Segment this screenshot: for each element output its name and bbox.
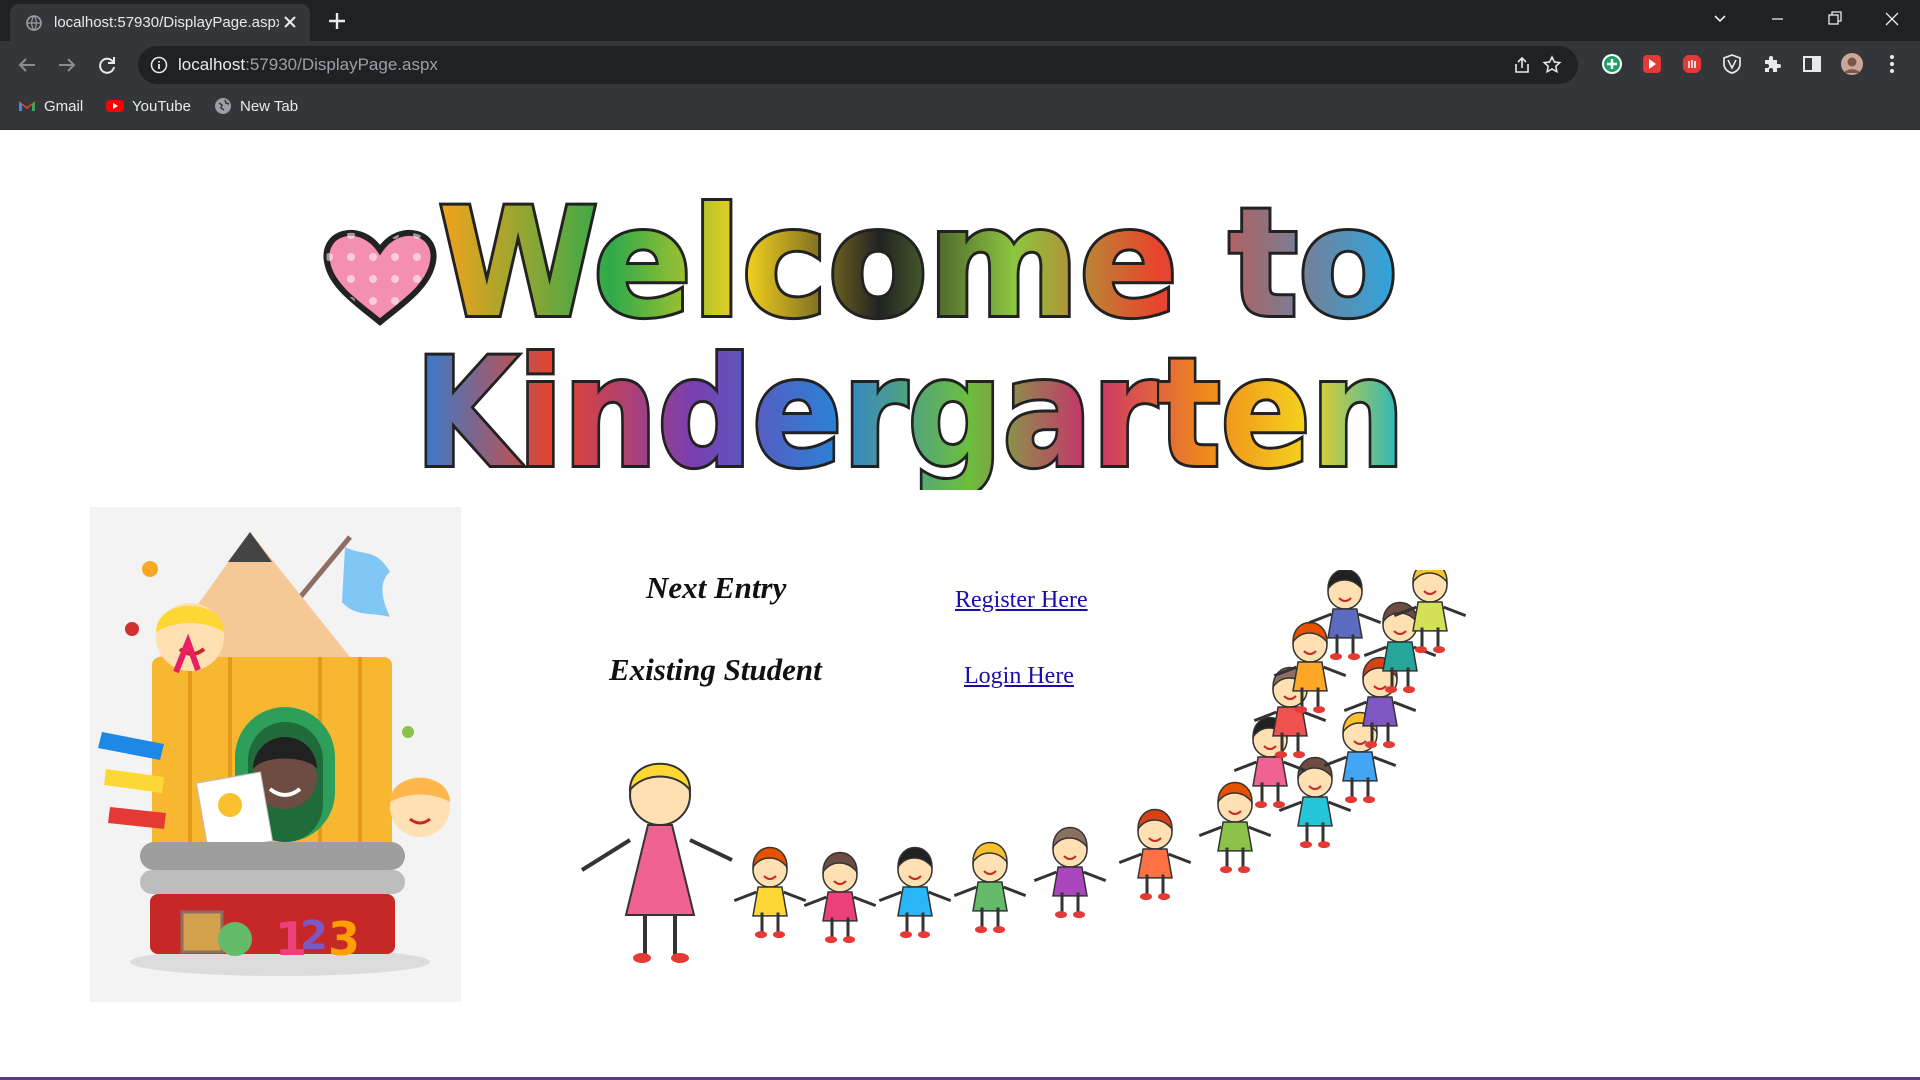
tab-strip: localhost:57930/DisplayPage.aspx bbox=[0, 0, 1920, 41]
restore-icon[interactable] bbox=[1806, 0, 1863, 38]
back-icon[interactable] bbox=[16, 54, 38, 76]
url-host: localhost bbox=[178, 55, 246, 74]
tab-search-icon[interactable] bbox=[1692, 0, 1749, 38]
pencil-house-illustration: 1 2 3 bbox=[90, 507, 461, 1002]
welcome-banner: Welcome to Kindergarten bbox=[323, 180, 1408, 490]
reload-icon[interactable] bbox=[96, 54, 118, 76]
share-icon[interactable] bbox=[1512, 55, 1532, 75]
side-panel-icon[interactable] bbox=[1801, 53, 1823, 75]
bookmark-new-tab[interactable]: New Tab bbox=[214, 89, 298, 123]
new-tab-icon[interactable] bbox=[326, 10, 348, 32]
close-window-icon[interactable] bbox=[1863, 0, 1920, 38]
bookmark-label: YouTube bbox=[132, 97, 191, 115]
child-figure bbox=[1118, 808, 1192, 901]
bookmark-youtube[interactable]: YouTube bbox=[106, 89, 191, 123]
profile-avatar[interactable] bbox=[1841, 53, 1863, 75]
close-tab-icon[interactable] bbox=[282, 14, 298, 30]
tab-title: localhost:57930/DisplayPage.aspx bbox=[54, 14, 279, 31]
browser-toolbar: localhost:57930/DisplayPage.aspx bbox=[0, 41, 1920, 89]
kids-arc bbox=[733, 570, 1467, 944]
teacher-figure bbox=[580, 762, 733, 963]
minimize-icon[interactable] bbox=[1749, 0, 1806, 38]
pencil-house-icon: 1 2 3 bbox=[98, 532, 450, 976]
youtube-icon bbox=[106, 100, 124, 112]
bookmark-gmail[interactable]: Gmail bbox=[18, 89, 83, 123]
address-bar[interactable]: localhost:57930/DisplayPage.aspx bbox=[138, 46, 1578, 84]
banner-line-2: Kindergarten bbox=[415, 327, 1405, 490]
menu-kebab-icon[interactable] bbox=[1881, 53, 1903, 75]
gmail-icon bbox=[19, 101, 35, 111]
banner-line-1: Welcome to bbox=[438, 180, 1398, 351]
page-content: Welcome to Kindergarten 1 2 3 Next Entry… bbox=[0, 130, 1920, 1080]
child-figure bbox=[953, 841, 1027, 934]
extension-red-square-icon[interactable] bbox=[1641, 53, 1663, 75]
child-figure bbox=[1198, 781, 1272, 874]
browser-tab[interactable]: localhost:57930/DisplayPage.aspx bbox=[10, 4, 310, 41]
url-text: localhost:57930/DisplayPage.aspx bbox=[178, 55, 438, 75]
bookmark-label: New Tab bbox=[240, 97, 299, 115]
extension-shield-icon[interactable] bbox=[1721, 53, 1743, 75]
children-holding-hands-illustration bbox=[580, 570, 1467, 963]
svg-text:3: 3 bbox=[328, 912, 360, 966]
bookmark-label: Gmail bbox=[44, 97, 84, 115]
extensions-puzzle-icon[interactable] bbox=[1761, 53, 1783, 75]
extension-plus-icon[interactable] bbox=[1601, 53, 1623, 75]
child-figure bbox=[1033, 826, 1107, 919]
site-info-icon[interactable] bbox=[150, 56, 168, 74]
globe-icon bbox=[215, 98, 231, 114]
bookmark-star-icon[interactable] bbox=[1542, 55, 1562, 75]
child-figure bbox=[878, 846, 952, 939]
svg-text:2: 2 bbox=[300, 913, 328, 959]
bookmarks-bar: Gmail YouTube New Tab bbox=[0, 89, 1920, 130]
url-path: :57930/DisplayPage.aspx bbox=[245, 55, 438, 74]
child-figure bbox=[1278, 756, 1352, 849]
globe-icon bbox=[26, 15, 42, 31]
extension-stop-hand-icon[interactable] bbox=[1681, 53, 1703, 75]
child-figure bbox=[803, 851, 877, 944]
child-figure bbox=[733, 846, 807, 939]
forward-icon[interactable] bbox=[56, 54, 78, 76]
